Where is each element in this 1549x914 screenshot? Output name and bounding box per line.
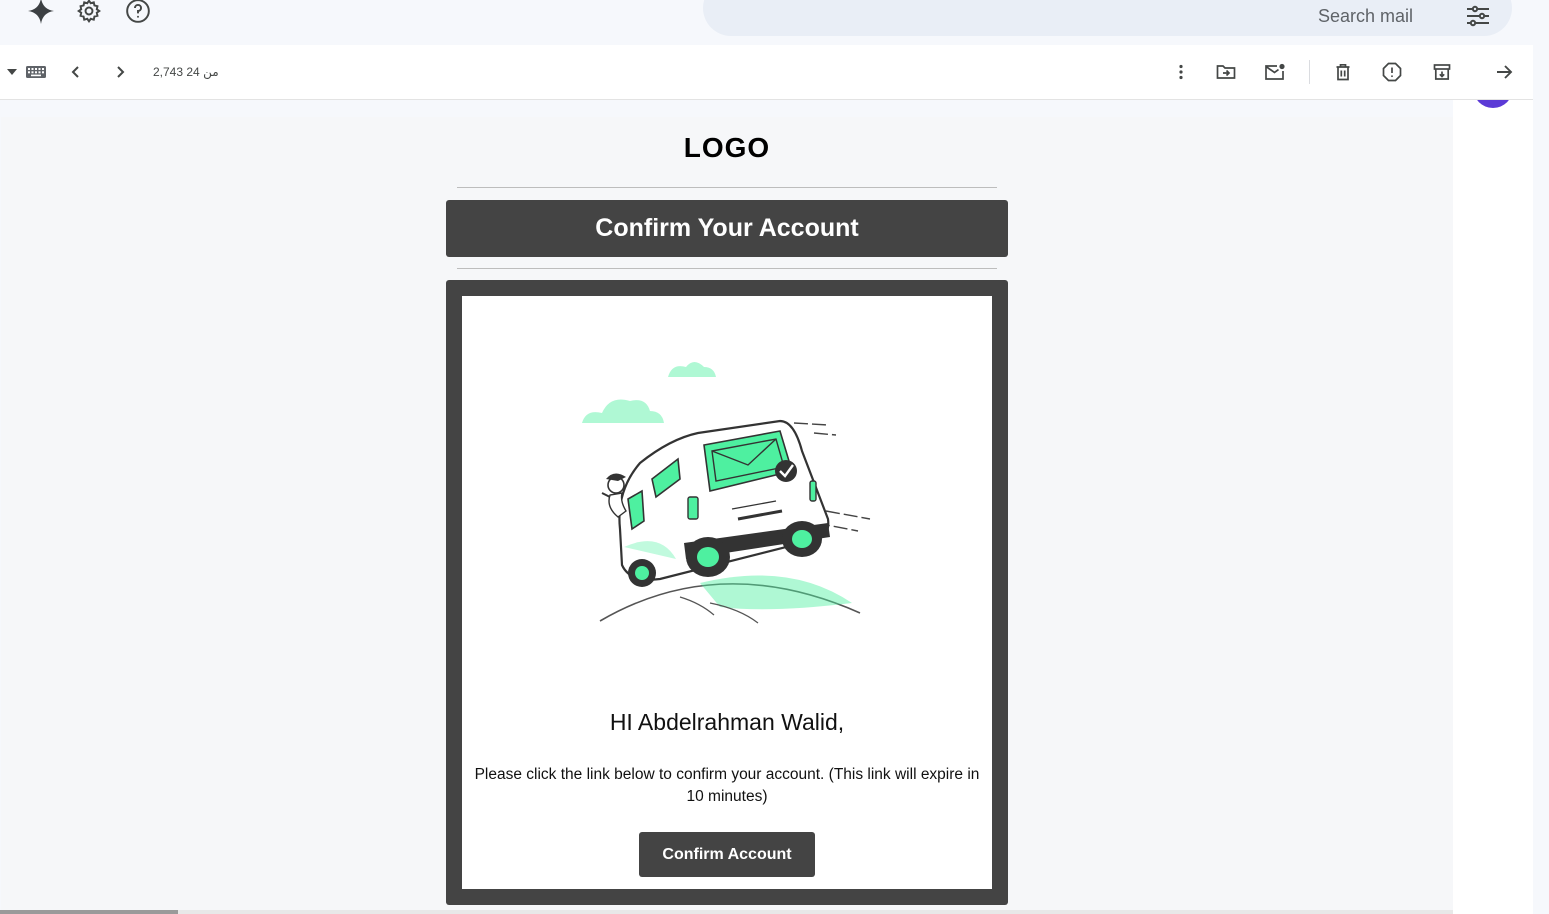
delivery-van-illustration [582,362,871,624]
message-toolbar: 2,743 من 24 [0,45,1533,100]
right-edge [1533,45,1549,914]
delete-icon[interactable] [1329,59,1357,85]
pagination-text: 2,743 من 24 [153,65,219,79]
mark-unread-icon[interactable] [1261,59,1289,85]
email-card: HI Abdelrahman Walid, Please click the l… [446,280,1008,905]
confirm-account-button[interactable]: Confirm Account [639,832,815,877]
email-heading-banner: Confirm Your Account [446,200,1008,257]
toolbar-divider [1309,60,1310,84]
input-tools-caret-icon[interactable] [3,59,21,85]
keyboard-icon[interactable] [22,59,50,85]
move-to-folder-icon[interactable] [1212,59,1240,85]
chevron-right-icon[interactable] [106,59,134,85]
email-heading: Confirm Your Account [595,214,859,242]
report-spam-icon[interactable] [1378,59,1406,85]
chevron-left-icon[interactable] [62,59,90,85]
gemini-sparkle-icon[interactable] [26,0,56,24]
side-panel [1453,45,1533,914]
settings-gear-icon[interactable] [74,0,104,23]
search-input[interactable] [1263,4,1413,28]
more-vert-icon[interactable] [1167,59,1195,85]
top-bar [0,0,1549,45]
email-logo: LOGO [683,132,771,163]
search-bar [703,0,1512,36]
horizontal-scrollbar[interactable] [0,910,1453,914]
search-options-icon[interactable] [1463,4,1493,28]
arrow-forward-icon[interactable] [1490,59,1518,85]
scrollbar-thumb[interactable] [0,910,178,914]
help-icon[interactable] [123,0,153,23]
archive-icon[interactable] [1428,59,1456,85]
email-body: LOGO Confirm Your Account HI Abdelrahman… [1,117,1453,914]
divider [457,268,997,269]
email-message: Please click the link below to confirm y… [474,766,980,805]
greeting-text: HI Abdelrahman Walid, [609,709,845,735]
email-card-content: HI Abdelrahman Walid, Please click the l… [462,296,992,889]
divider [457,187,997,188]
